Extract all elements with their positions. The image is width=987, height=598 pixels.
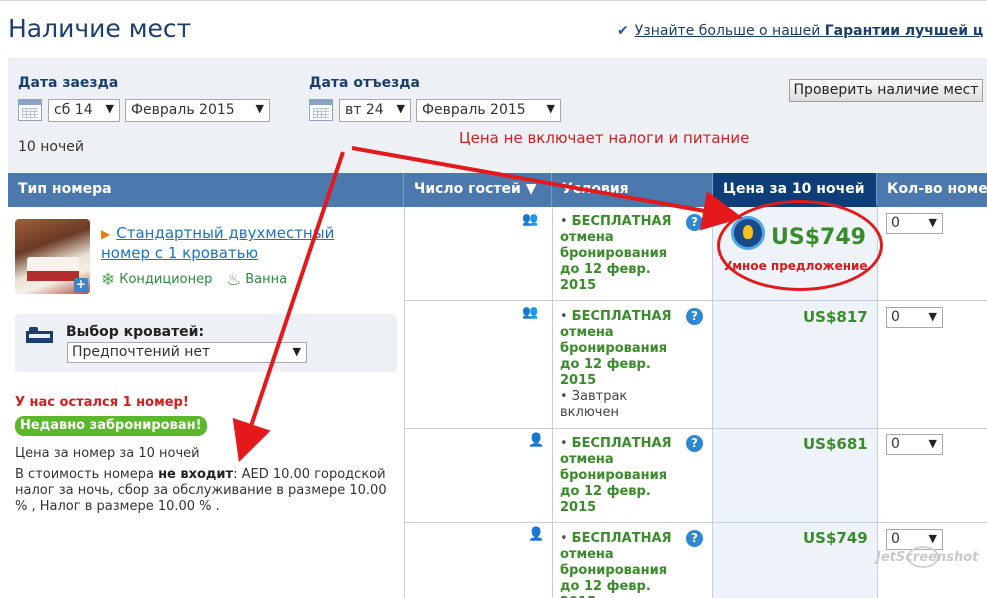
- offer-2-breakfast: Завтрак включен: [560, 389, 628, 420]
- date-search-panel: Дата заезда сб 14 ▼ Февраль 2015 ▼ Дата от…: [8, 58, 987, 173]
- chevron-down-icon: ▼: [928, 310, 937, 323]
- checkout-day-select[interactable]: вт 24 ▼: [339, 99, 411, 122]
- expand-triangle-icon: ▶: [101, 227, 111, 241]
- enlarge-photo-icon[interactable]: +: [74, 278, 88, 292]
- chevron-down-icon: ▼: [928, 437, 937, 450]
- bed-icon: [26, 325, 53, 345]
- col-guests[interactable]: Число гостей ▼: [404, 173, 552, 207]
- two-people-icon: 👥: [522, 305, 539, 320]
- offer-2-quantity-value: 0: [891, 309, 900, 325]
- checkout-day-value: вт 24: [345, 102, 384, 118]
- row-divider: [404, 522, 987, 523]
- offer-3-condition-text: БЕСПЛАТНАЯ отмена бронирования до 12 фев…: [560, 436, 672, 515]
- guarantee-bold: Гарантии лучшей ц: [824, 23, 984, 39]
- last-room-warning: У нас остался 1 номер!: [15, 395, 189, 410]
- col-conditions: Условия: [552, 173, 713, 207]
- checkin-calendar-icon[interactable]: [18, 99, 42, 121]
- tax-not-included: не входит: [158, 467, 234, 482]
- price-highlight-ellipse: [717, 200, 883, 291]
- amenity-ac: ❄ Кондиционер: [101, 270, 212, 290]
- one-person-icon: 👤: [528, 433, 545, 448]
- bathtub-icon: ♨: [226, 270, 242, 290]
- room-name-link[interactable]: ▶ Стандартный двухместный номер с 1 крова…: [101, 224, 361, 263]
- amenity-ac-label: Кондиционер: [119, 272, 213, 287]
- room-name[interactable]: Стандартный двухместный номер с 1 кроват…: [101, 224, 334, 262]
- nights-count: 10 ночей: [18, 139, 84, 155]
- offer-4-condition-text: БЕСПЛАТНАЯ отмена бронирования до 12 фев…: [560, 531, 672, 598]
- column-divider: [552, 207, 553, 598]
- column-divider: [877, 207, 878, 598]
- checkmark-icon: ✔: [617, 23, 629, 39]
- amenity-bath-label: Ванна: [245, 272, 288, 287]
- help-icon[interactable]: ?: [686, 214, 703, 231]
- best-price-guarantee[interactable]: ✔ Узнайте больше о нашей Гарантии лучшей …: [617, 23, 983, 39]
- chevron-down-icon: ▼: [396, 102, 405, 115]
- chevron-down-icon: ▼: [105, 102, 114, 115]
- tax-note: В стоимость номера не входит: AED 10.00 …: [15, 467, 400, 515]
- snowflake-icon: ❄: [101, 270, 116, 290]
- offer-2-condition-text: БЕСПЛАТНАЯ отмена бронирования до 12 фев…: [560, 309, 672, 388]
- col-room-type: Тип номера: [8, 173, 404, 207]
- check-availability-button[interactable]: Проверить наличие мест: [789, 79, 983, 102]
- recently-booked-badge: Недавно забронирован!: [15, 416, 207, 436]
- room-photo[interactable]: +: [15, 219, 90, 294]
- guarantee-prefix: Узнайте больше о нашей: [634, 23, 825, 39]
- price-annotation-note: Цена не включает налоги и питание: [459, 129, 750, 147]
- bed-preference-value: Предпочтений нет: [72, 344, 211, 360]
- offer-3-conditions: • БЕСПЛАТНАЯ отмена бронирования до 12 фе…: [560, 436, 672, 515]
- chevron-down-icon: ▼: [292, 345, 301, 358]
- checkin-label: Дата заезда: [18, 75, 119, 91]
- offer-1-quantity-value: 0: [891, 215, 900, 231]
- guarantee-link[interactable]: Узнайте больше о нашей Гарантии лучшей ц: [635, 23, 984, 39]
- offer-1-condition-text: БЕСПЛАТНАЯ отмена бронирования до 12 фев…: [560, 214, 672, 293]
- offer-1-quantity-select[interactable]: 0 ▼: [886, 213, 943, 234]
- help-icon[interactable]: ?: [686, 435, 703, 452]
- bed-preference-box: Выбор кроватей: Предпочтений нет ▼: [15, 314, 397, 372]
- checkin-day-value: сб 14: [54, 102, 93, 118]
- bed-choice-title: Выбор кроватей:: [66, 324, 205, 340]
- chevron-down-icon: ▼: [255, 102, 264, 115]
- offer-2-quantity-select[interactable]: 0 ▼: [886, 307, 943, 328]
- checkout-calendar-icon[interactable]: [309, 99, 333, 121]
- offer-4-quantity-value: 0: [891, 531, 900, 547]
- checkout-month-value: Февраль 2015: [422, 102, 526, 118]
- checkin-month-select[interactable]: Февраль 2015 ▼: [125, 99, 270, 122]
- offer-3-quantity-select[interactable]: 0 ▼: [886, 434, 943, 455]
- price-for-nights: Цена за номер за 10 ночей: [15, 446, 200, 461]
- column-divider: [712, 207, 713, 598]
- chevron-down-icon: ▼: [928, 216, 937, 229]
- chevron-down-icon: ▼: [928, 532, 937, 545]
- help-icon[interactable]: ?: [686, 530, 703, 547]
- rooms-table-header: Тип номера Число гостей ▼ Условия Цена з…: [8, 173, 987, 207]
- checkout-label: Дата отъезда: [309, 75, 420, 91]
- tax-prefix: В стоимость номера: [15, 467, 159, 482]
- amenity-bath: ♨ Ванна: [226, 270, 287, 290]
- column-divider: [404, 207, 405, 598]
- two-people-icon: 👥: [522, 212, 539, 227]
- checkin-day-select[interactable]: сб 14 ▼: [48, 99, 120, 122]
- offer-2-conditions: • БЕСПЛАТНАЯ отмена бронирования до 12 фе…: [560, 309, 672, 420]
- offer-1-conditions: • БЕСПЛАТНАЯ отмена бронирования до 12 фе…: [560, 214, 672, 293]
- top-divider: [0, 0, 987, 1]
- col-quantity: Кол-во номе: [887, 181, 987, 197]
- row-divider: [404, 428, 987, 429]
- bed-preference-select[interactable]: Предпочтений нет ▼: [67, 342, 307, 363]
- offer-3-quantity-value: 0: [891, 436, 900, 452]
- offer-4-price: US$749: [803, 529, 868, 547]
- watermark-text: JetScreenshot: [876, 550, 979, 565]
- checkout-month-select[interactable]: Февраль 2015 ▼: [416, 99, 561, 122]
- page-title: Наличие мест: [8, 14, 192, 43]
- help-icon[interactable]: ?: [686, 308, 703, 325]
- one-person-icon: 👤: [528, 527, 545, 542]
- checkin-month-value: Февраль 2015: [131, 102, 235, 118]
- chevron-down-icon: ▼: [546, 102, 555, 115]
- row-divider: [404, 300, 987, 301]
- offer-2-price: US$817: [803, 308, 868, 326]
- offer-4-conditions: • БЕСПЛАТНАЯ отмена бронирования до 12 фе…: [560, 531, 690, 598]
- offer-3-price: US$681: [803, 435, 868, 453]
